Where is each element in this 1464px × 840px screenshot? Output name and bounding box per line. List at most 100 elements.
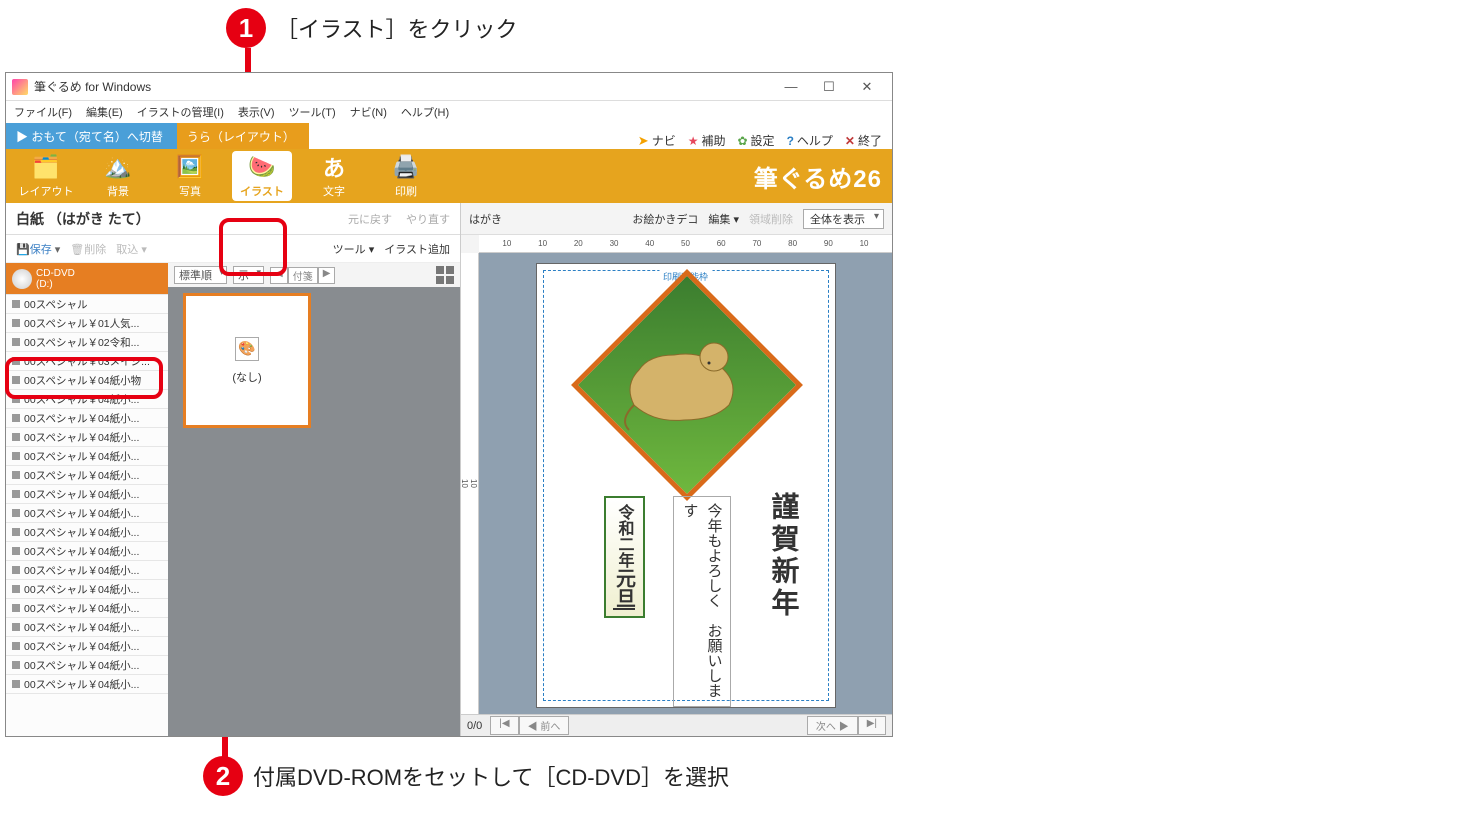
tree-item[interactable]: 00スペシャル￥04紙小...: [6, 599, 168, 618]
main-tabs-row: ▶ おもて（宛て名）へ切替 うら（レイアウト） ➤ナビ ★補助 ✿設定 ?ヘルプ…: [6, 123, 892, 149]
layout-title: 白紙 （はがき たて）: [16, 209, 348, 229]
menu-edit[interactable]: 編集(E): [86, 104, 123, 120]
ribbon-illust[interactable]: 🍉 イラスト: [232, 151, 292, 201]
tree-item[interactable]: 00スペシャル￥04紙小...: [6, 523, 168, 542]
edit-menu[interactable]: 編集 ▾: [708, 211, 739, 227]
menu-illust-mgmt[interactable]: イラストの管理(I): [137, 104, 224, 120]
zoom-dropdown[interactable]: 全体を表示: [803, 209, 884, 229]
tree-item[interactable]: 00スペシャル￥04紙小...: [6, 466, 168, 485]
ribbon-layout[interactable]: 🗂️ レイアウト: [16, 153, 76, 199]
browser-fusen[interactable]: 付箋: [288, 267, 318, 284]
menu-view[interactable]: 表示(V): [238, 104, 275, 120]
show-dropdown[interactable]: 示: [233, 266, 264, 284]
maximize-button[interactable]: ☐: [810, 75, 848, 99]
canvas-stage[interactable]: 印刷可能枠 謹賀新年 今年もよろしく お願いします: [479, 253, 892, 714]
add-illust-button[interactable]: イラスト追加: [384, 241, 450, 257]
background-icon: 🏔️: [98, 153, 138, 181]
app-logo: 筆ぐるめ26: [754, 159, 882, 194]
minimize-button[interactable]: —: [772, 75, 810, 99]
menu-tools[interactable]: ツール(T): [289, 104, 336, 120]
close-button[interactable]: ✕: [848, 75, 886, 99]
redo-button[interactable]: やり直す: [406, 211, 450, 227]
act-help[interactable]: ?ヘルプ: [787, 132, 833, 149]
last-page-button[interactable]: ▶|: [858, 716, 886, 735]
menu-help[interactable]: ヘルプ(H): [401, 104, 449, 120]
callout-1: 1 ［イラスト］をクリック: [226, 8, 518, 48]
mouse-illustration[interactable]: [569, 280, 805, 480]
tree-item[interactable]: 00スペシャル￥03メイシ...: [6, 352, 168, 371]
callout-badge-1: 1: [226, 8, 266, 48]
tree-item[interactable]: 00スペシャル￥04紙小...: [6, 409, 168, 428]
illust-icon: 🍉: [242, 153, 282, 181]
sort-dropdown[interactable]: 標準順: [174, 266, 227, 284]
tree-item[interactable]: 00スペシャル￥04紙小...: [6, 656, 168, 675]
first-page-button[interactable]: |◀: [490, 716, 518, 735]
tree-item[interactable]: 00スペシャル￥04紙小...: [6, 637, 168, 656]
trash-icon: 🗑: [70, 244, 84, 256]
ribbon-toolbar: 🗂️ レイアウト 🏔️ 背景 🖼️ 写真 🍉 イラスト あ 文字 🖨️ 印刷 筆…: [6, 149, 892, 203]
menubar: ファイル(F) 編集(E) イラストの管理(I) 表示(V) ツール(T) ナビ…: [6, 101, 892, 123]
browser-prev[interactable]: ◀: [270, 267, 288, 284]
card-date[interactable]: 令和二年元旦: [604, 496, 645, 618]
thumbnail-item[interactable]: 🎨 (なし): [183, 293, 311, 428]
tree-item[interactable]: 00スペシャル￥04紙小...: [6, 618, 168, 637]
menu-file[interactable]: ファイル(F): [14, 104, 72, 120]
delete-button[interactable]: 🗑削除: [70, 241, 106, 257]
browser-nav: ◀付箋▶: [270, 267, 335, 284]
print-icon: 🖨️: [386, 153, 426, 181]
act-navi[interactable]: ➤ナビ: [638, 132, 676, 149]
ribbon-moji[interactable]: あ 文字: [304, 153, 364, 199]
folder-tree: CD-DVD (D:) 00スペシャル00スペシャル￥01人気...00スペシャ…: [6, 263, 168, 736]
act-exit[interactable]: ✕終了: [845, 132, 882, 149]
help-icon: ?: [787, 134, 794, 148]
tree-item[interactable]: 00スペシャル: [6, 295, 168, 314]
mouse-icon: [614, 335, 754, 435]
tree-item-cddvd[interactable]: CD-DVD (D:): [6, 263, 168, 295]
tool-menu[interactable]: ツール ▾: [333, 241, 375, 257]
canvas-panel: はがき お絵かきデコ 編集 ▾ 領域削除 全体を表示 1010203040506…: [461, 203, 892, 736]
prev-page-button[interactable]: ◀ 前へ: [519, 716, 570, 735]
tree-item[interactable]: 00スペシャル￥01人気...: [6, 314, 168, 333]
undo-button[interactable]: 元に戻す: [348, 211, 392, 227]
top-actions: ➤ナビ ★補助 ✿設定 ?ヘルプ ✕終了: [638, 132, 892, 149]
tree-item[interactable]: 00スペシャル￥04紙小...: [6, 542, 168, 561]
app-window: 筆ぐるめ for Windows — ☐ ✕ ファイル(F) 編集(E) イラス…: [5, 72, 893, 737]
tree-item[interactable]: 00スペシャル￥04紙小物: [6, 371, 168, 390]
tree-item[interactable]: 00スペシャル￥04紙小...: [6, 428, 168, 447]
page-indicator: 0/0: [467, 720, 482, 732]
tree-item[interactable]: 00スペシャル￥04紙小...: [6, 485, 168, 504]
ribbon-shashin[interactable]: 🖼️ 写真: [160, 153, 220, 199]
callout-text-1: ［イラスト］をクリック: [276, 8, 518, 46]
gear-icon: ✿: [737, 134, 747, 148]
callout-text-2: 付属DVD-ROMをセットして［CD-DVD］を選択: [253, 756, 729, 794]
tree-item[interactable]: 00スペシャル￥04紙小...: [6, 447, 168, 466]
ribbon-insatsu[interactable]: 🖨️ 印刷: [376, 153, 436, 199]
import-button[interactable]: 取込 ▾: [116, 241, 147, 257]
tree-item[interactable]: 00スペシャル￥02令和...: [6, 333, 168, 352]
postcard-canvas[interactable]: 印刷可能枠 謹賀新年 今年もよろしく お願いします: [536, 263, 836, 708]
menu-navi[interactable]: ナビ(N): [350, 104, 387, 120]
act-settei[interactable]: ✿設定: [737, 132, 774, 149]
tree-item[interactable]: 00スペシャル￥04紙小...: [6, 580, 168, 599]
card-message[interactable]: 今年もよろしく お願いします: [673, 496, 731, 707]
save-button[interactable]: 💾保存 ▾: [16, 241, 60, 257]
oekaki-button[interactable]: お絵かきデコ: [632, 211, 698, 227]
photo-icon: 🖼️: [170, 153, 210, 181]
tab-omote[interactable]: ▶ おもて（宛て名）へ切替: [6, 123, 177, 149]
tree-item[interactable]: 00スペシャル￥04紙小...: [6, 561, 168, 580]
grid-view-icon[interactable]: [436, 266, 454, 284]
ribbon-haikei[interactable]: 🏔️ 背景: [88, 153, 148, 199]
titlebar: 筆ぐるめ for Windows — ☐ ✕: [6, 73, 892, 101]
tab-ura[interactable]: うら（レイアウト）: [177, 123, 309, 149]
tree-item[interactable]: 00スペシャル￥04紙小...: [6, 675, 168, 694]
card-title[interactable]: 謹賀新年: [763, 492, 803, 620]
act-hojo[interactable]: ★補助: [688, 132, 726, 149]
next-page-button[interactable]: 次へ ▶: [807, 716, 858, 735]
text-icon: あ: [314, 153, 354, 181]
left-panel: 白紙 （はがき たて） 元に戻す やり直す 💾保存 ▾ 🗑削除 取込 ▾ ツール…: [6, 203, 461, 736]
tree-item[interactable]: 00スペシャル￥04紙小...: [6, 504, 168, 523]
disc-icon: [12, 269, 32, 289]
tree-item[interactable]: 00スペシャル￥04紙小...: [6, 390, 168, 409]
browser-next[interactable]: ▶: [318, 267, 336, 284]
region-delete-button[interactable]: 領域削除: [749, 211, 793, 227]
